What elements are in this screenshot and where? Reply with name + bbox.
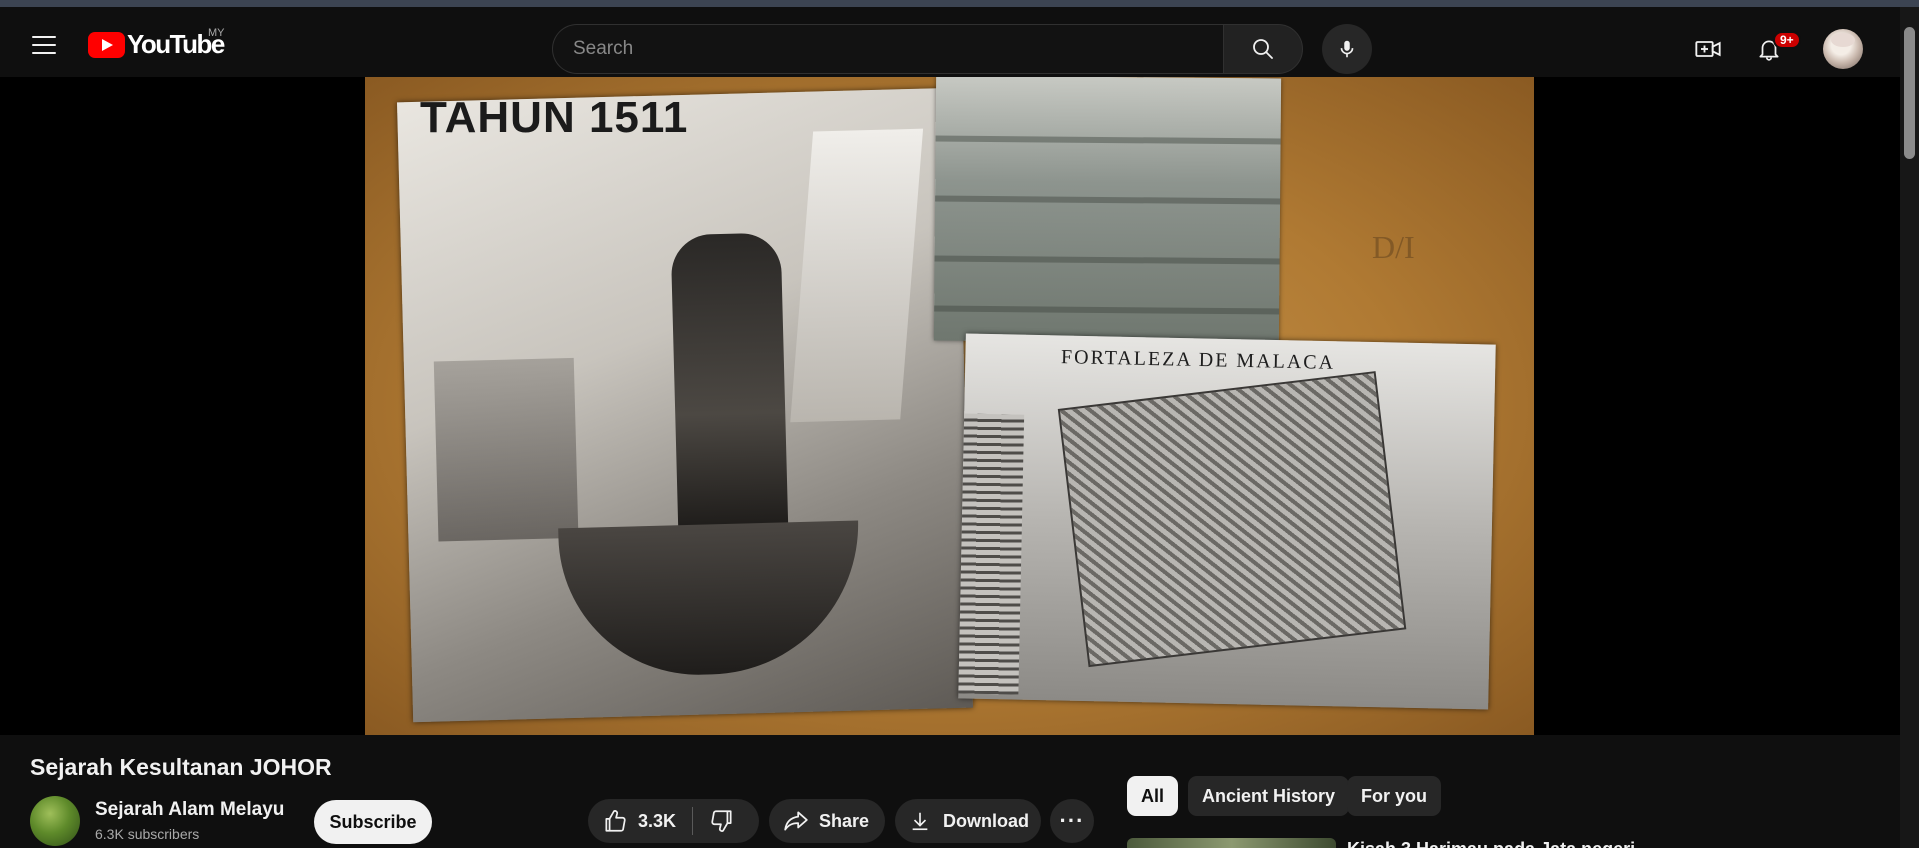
country-code: MY (208, 27, 225, 39)
scrollbar-thumb[interactable] (1904, 27, 1915, 159)
download-label: Download (943, 810, 1029, 831)
browser-top-strip (0, 0, 1919, 7)
dislike-button[interactable] (693, 799, 735, 843)
search-button[interactable] (1223, 24, 1303, 74)
video-frame: D/I TAHUN 1511 FORTALEZA DE MALACA (365, 77, 1534, 735)
subscribe-button[interactable]: Subscribe (314, 800, 432, 844)
notification-badge: 9+ (1773, 31, 1801, 49)
channel-name[interactable]: Sejarah Alam Melayu (95, 799, 284, 821)
illustration-explorer (396, 87, 974, 723)
frame-caption: TAHUN 1511 (420, 93, 689, 142)
video-add-icon (1695, 41, 1721, 57)
more-actions-button[interactable]: ··· (1050, 799, 1094, 843)
search-icon (1253, 39, 1273, 59)
download-icon (912, 812, 928, 831)
chip-for-you[interactable]: For you (1347, 776, 1441, 816)
share-button[interactable]: Share (769, 799, 885, 843)
chip-ancient-history[interactable]: Ancient History (1188, 776, 1350, 816)
youtube-logo[interactable]: YouTube (88, 29, 225, 60)
share-icon (784, 811, 808, 831)
like-count: 3.3K (638, 810, 677, 831)
notifications-button[interactable]: 9+ (1749, 29, 1801, 69)
download-button[interactable]: Download (895, 799, 1041, 843)
thumbs-up-icon (605, 810, 626, 832)
thumbs-down-icon (711, 810, 732, 832)
share-label: Share (819, 810, 870, 831)
like-dislike-group: 3.3K (588, 799, 759, 843)
youtube-play-icon (88, 31, 125, 58)
illustration-malacca-map (958, 333, 1496, 710)
subscriber-count: 6.3K subscribers (95, 826, 200, 842)
illustration-fleet (933, 77, 1282, 344)
like-button[interactable]: 3.3K (588, 799, 692, 843)
masthead: YouTube MY 9+ (0, 7, 1900, 77)
voice-search-button[interactable] (1322, 24, 1372, 74)
channel-avatar[interactable] (30, 796, 80, 846)
recommendation-title[interactable]: Kisah 3 Harimau pada Jata negeri (1347, 838, 1635, 848)
chip-all[interactable]: All (1127, 776, 1179, 816)
account-avatar[interactable] (1823, 29, 1863, 69)
video-title: Sejarah Kesultanan JOHOR (30, 754, 332, 780)
page-scrollbar[interactable] (1900, 7, 1919, 848)
video-player[interactable]: D/I TAHUN 1511 FORTALEZA DE MALACA (0, 77, 1900, 735)
recommendation-thumbnail[interactable] (1127, 838, 1336, 848)
microphone-icon (1340, 40, 1354, 58)
create-button[interactable] (1688, 29, 1728, 69)
menu-icon[interactable] (24, 25, 64, 65)
search-input[interactable] (552, 24, 1223, 74)
more-icon: ··· (1059, 808, 1085, 833)
search-bar (552, 24, 1303, 74)
faded-stamp: D/I (1372, 229, 1415, 265)
